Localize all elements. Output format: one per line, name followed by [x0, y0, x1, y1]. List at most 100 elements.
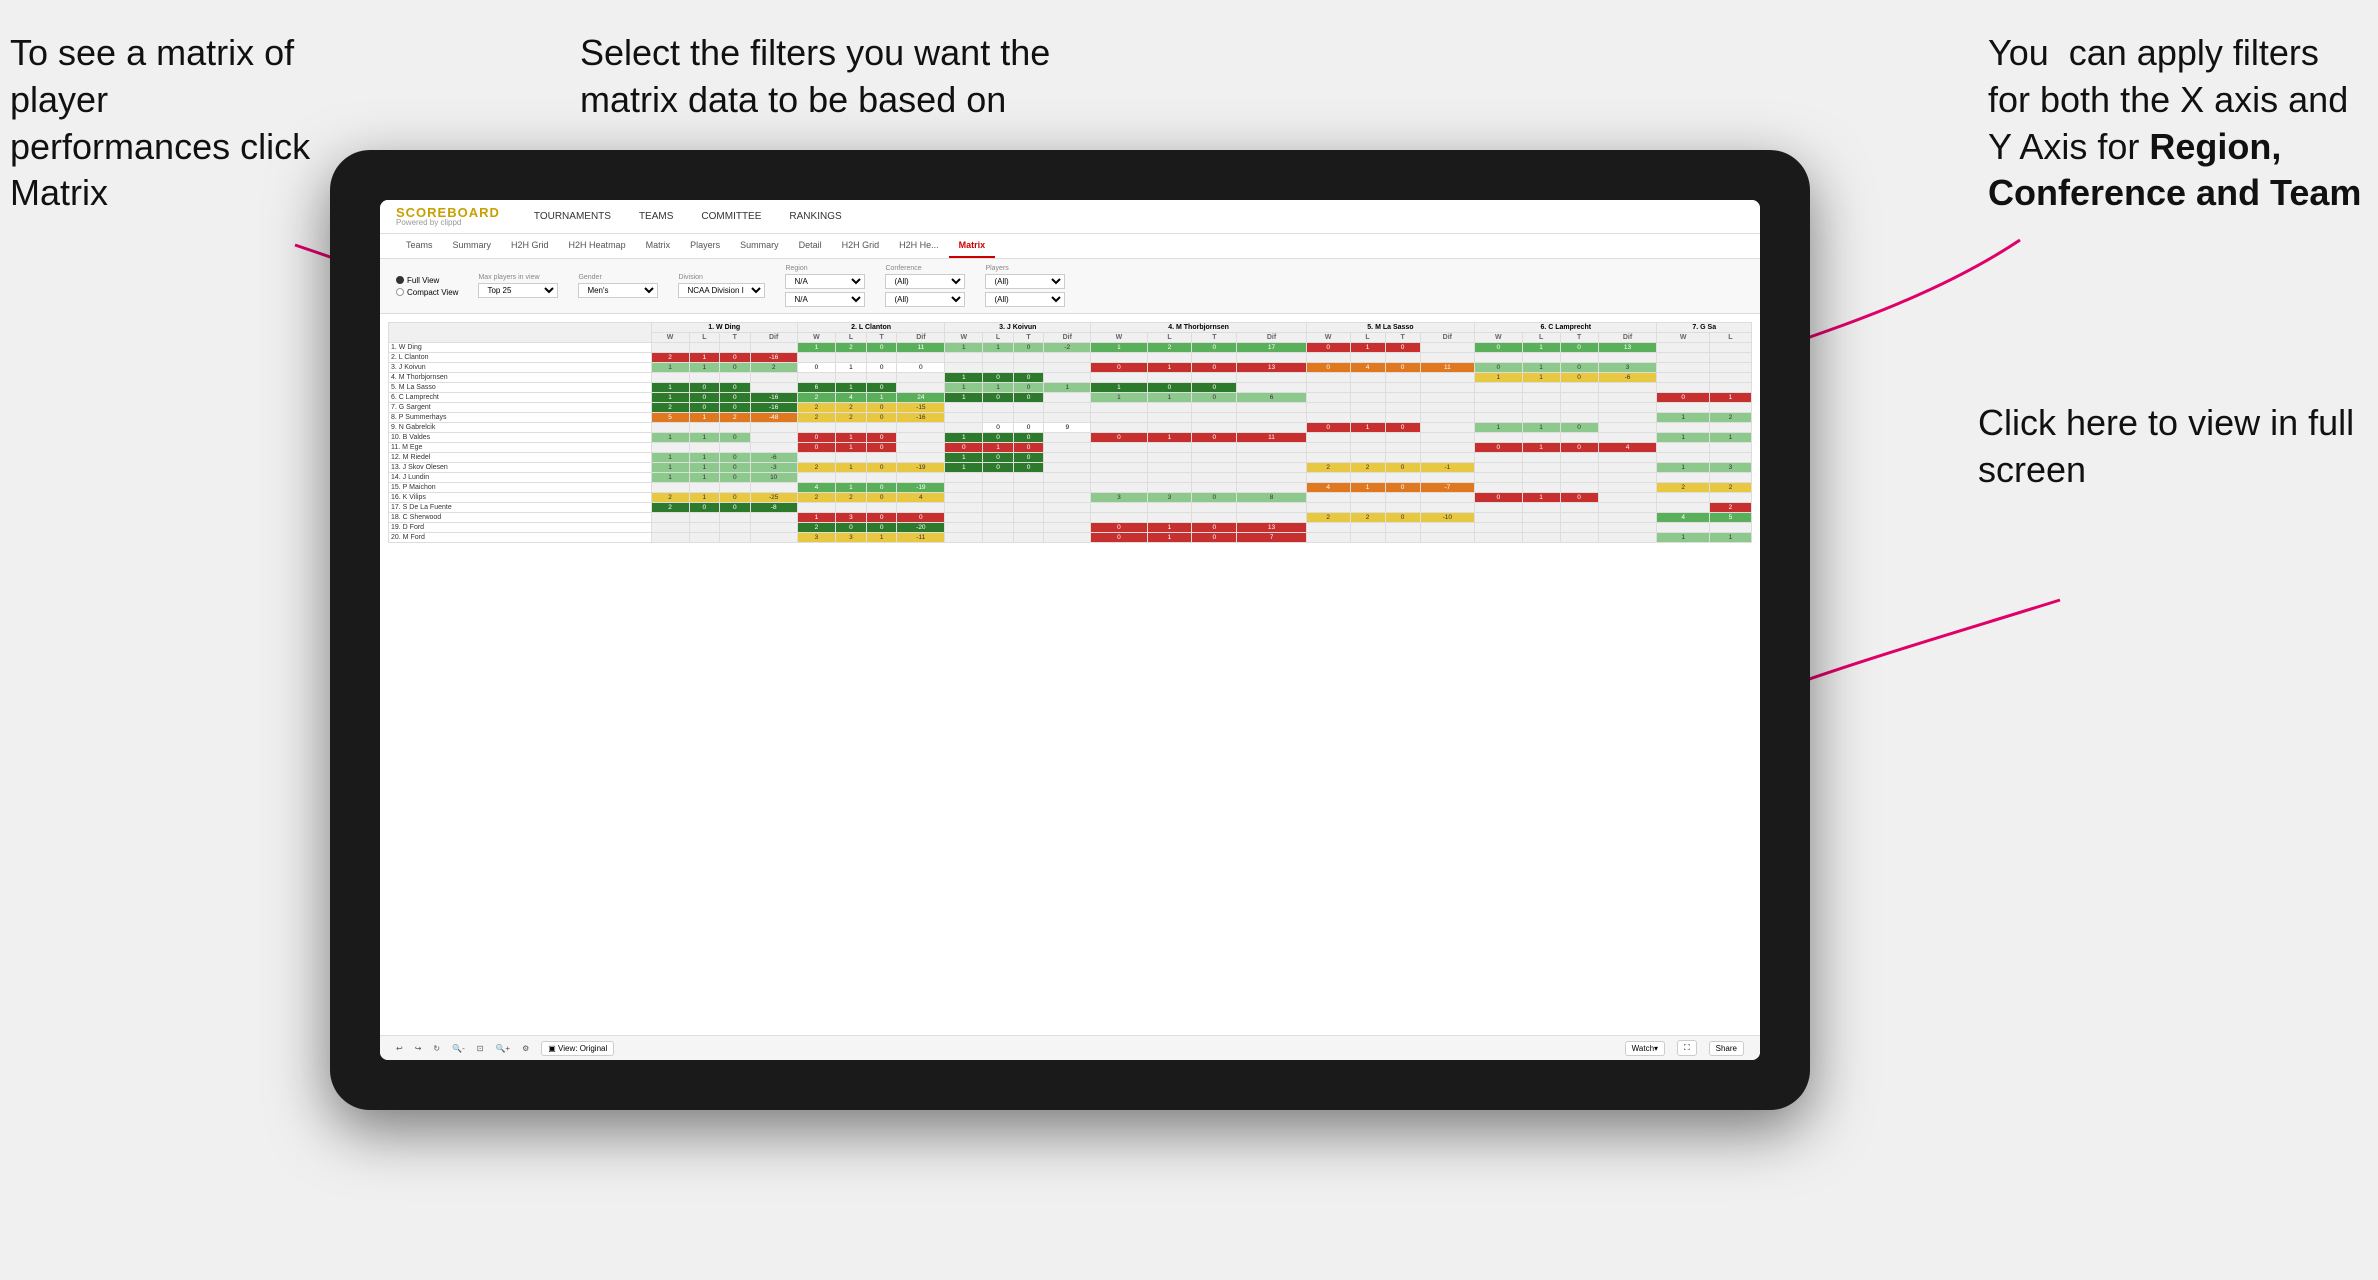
players-select[interactable]: (All) [985, 274, 1065, 289]
watch-btn[interactable]: Watch▾ [1625, 1041, 1665, 1056]
matrix-cell: 0 [1192, 433, 1237, 443]
table-row: 13. J Skov Olesen110-3210-19100220-113 [389, 463, 1752, 473]
matrix-cell: 8 [1237, 493, 1306, 503]
matrix-cell: 0 [1013, 383, 1043, 393]
toolbar-refresh[interactable]: ↻ [433, 1044, 440, 1053]
matrix-cell [1306, 353, 1350, 363]
sh-5-d: Dif [1420, 333, 1475, 343]
matrix-cell: 1 [1522, 443, 1560, 453]
matrix-cell [983, 533, 1013, 543]
matrix-cell [1147, 373, 1192, 383]
matrix-cell: 24 [897, 393, 945, 403]
matrix-cell: 1 [651, 433, 689, 443]
matrix-cell [897, 423, 945, 433]
matrix-cell [1044, 453, 1091, 463]
matrix-cell: 13 [1237, 523, 1306, 533]
matrix-cell [1522, 503, 1560, 513]
matrix-cell: 2 [1709, 483, 1751, 493]
matrix-cell [651, 483, 689, 493]
matrix-area[interactable]: 1. W Ding 2. L Clanton 3. J Koivun 4. M … [380, 314, 1760, 1035]
gender-select[interactable]: Men's [578, 283, 658, 298]
toolbar-settings[interactable]: ⚙ [522, 1044, 529, 1053]
matrix-cell [1657, 363, 1709, 373]
tab-h2h-he[interactable]: H2H He... [889, 234, 949, 258]
toolbar-undo[interactable]: ↩ [396, 1044, 403, 1053]
matrix-cell: 11 [897, 343, 945, 353]
filter-division: Division NCAA Division I [678, 274, 765, 298]
division-label: Division [678, 274, 765, 281]
radio-compact-view[interactable]: Compact View [396, 288, 458, 297]
matrix-cell: 1 [1709, 393, 1751, 403]
nav-rankings[interactable]: RANKINGS [785, 209, 845, 224]
tab-summary-2[interactable]: Summary [730, 234, 789, 258]
conference-select-2[interactable]: (All) [885, 292, 965, 307]
matrix-cell [1306, 443, 1350, 453]
tab-h2h-grid[interactable]: H2H Grid [501, 234, 559, 258]
sh-5-w: W [1306, 333, 1350, 343]
matrix-cell: -25 [750, 493, 797, 503]
matrix-cell [1044, 513, 1091, 523]
matrix-cell [1013, 403, 1043, 413]
conference-select[interactable]: (All) [885, 274, 965, 289]
matrix-cell: 0 [689, 393, 719, 403]
nav-committee[interactable]: COMMITTEE [697, 209, 765, 224]
players-select-2[interactable]: (All) [985, 292, 1065, 307]
region-select-2[interactable]: N/A [785, 292, 865, 307]
tab-matrix-1[interactable]: Matrix [636, 234, 681, 258]
toolbar-redo[interactable]: ↪ [415, 1044, 422, 1053]
matrix-cell [1475, 483, 1523, 493]
matrix-cell [1420, 453, 1475, 463]
tab-players[interactable]: Players [680, 234, 730, 258]
matrix-cell [836, 353, 867, 363]
tab-h2h-grid-2[interactable]: H2H Grid [832, 234, 890, 258]
matrix-cell: -19 [897, 483, 945, 493]
toolbar-zoom-out[interactable]: 🔍- [452, 1044, 465, 1053]
matrix-cell: 0 [797, 363, 835, 373]
player-name-cell: 18. C Sherwood [389, 513, 652, 523]
matrix-cell [797, 503, 835, 513]
matrix-cell: -19 [897, 463, 945, 473]
matrix-cell [983, 353, 1013, 363]
matrix-cell [1350, 383, 1385, 393]
fullscreen-btn[interactable]: ⛶ [1677, 1040, 1697, 1056]
matrix-cell: 0 [1475, 363, 1523, 373]
matrix-cell [1192, 483, 1237, 493]
tab-h2h-heatmap[interactable]: H2H Heatmap [559, 234, 636, 258]
matrix-cell: 1 [1657, 413, 1709, 423]
matrix-cell [897, 453, 945, 463]
view-original-btn[interactable]: ▣ View: Original [541, 1041, 614, 1056]
matrix-cell: 0 [1192, 533, 1237, 543]
matrix-cell [1044, 373, 1091, 383]
matrix-cell [1192, 423, 1237, 433]
region-select[interactable]: N/A [785, 274, 865, 289]
toolbar-zoom-fit[interactable]: ⊡ [477, 1044, 484, 1053]
tab-summary-1[interactable]: Summary [443, 234, 502, 258]
matrix-cell [1147, 413, 1192, 423]
max-players-select[interactable]: Top 25 [478, 283, 558, 298]
tab-matrix-active[interactable]: Matrix [949, 234, 996, 258]
matrix-cell [1237, 413, 1306, 423]
matrix-cell: -16 [897, 413, 945, 423]
division-select[interactable]: NCAA Division I [678, 283, 765, 298]
table-row: 7. G Sargent200-16220-15 [389, 403, 1752, 413]
matrix-cell [1192, 473, 1237, 483]
matrix-cell: 1 [945, 393, 983, 403]
matrix-cell [1657, 473, 1709, 483]
matrix-cell [1475, 523, 1523, 533]
toolbar-zoom-in[interactable]: 🔍+ [495, 1044, 510, 1053]
nav-tournaments[interactable]: TOURNAMENTS [530, 209, 615, 224]
nav-teams[interactable]: TEAMS [635, 209, 677, 224]
matrix-cell [1192, 403, 1237, 413]
matrix-cell [1475, 473, 1523, 483]
tab-teams[interactable]: Teams [396, 234, 443, 258]
matrix-cell: 1 [651, 463, 689, 473]
matrix-cell: 0 [720, 363, 750, 373]
share-btn[interactable]: Share [1709, 1041, 1744, 1056]
player-name-cell: 8. P Summerhays [389, 413, 652, 423]
matrix-cell [983, 503, 1013, 513]
matrix-cell [720, 443, 750, 453]
matrix-cell [1598, 493, 1657, 503]
radio-full-view[interactable]: Full View [396, 276, 458, 285]
tab-detail[interactable]: Detail [789, 234, 832, 258]
col-group-1: 1. W Ding [651, 323, 797, 333]
